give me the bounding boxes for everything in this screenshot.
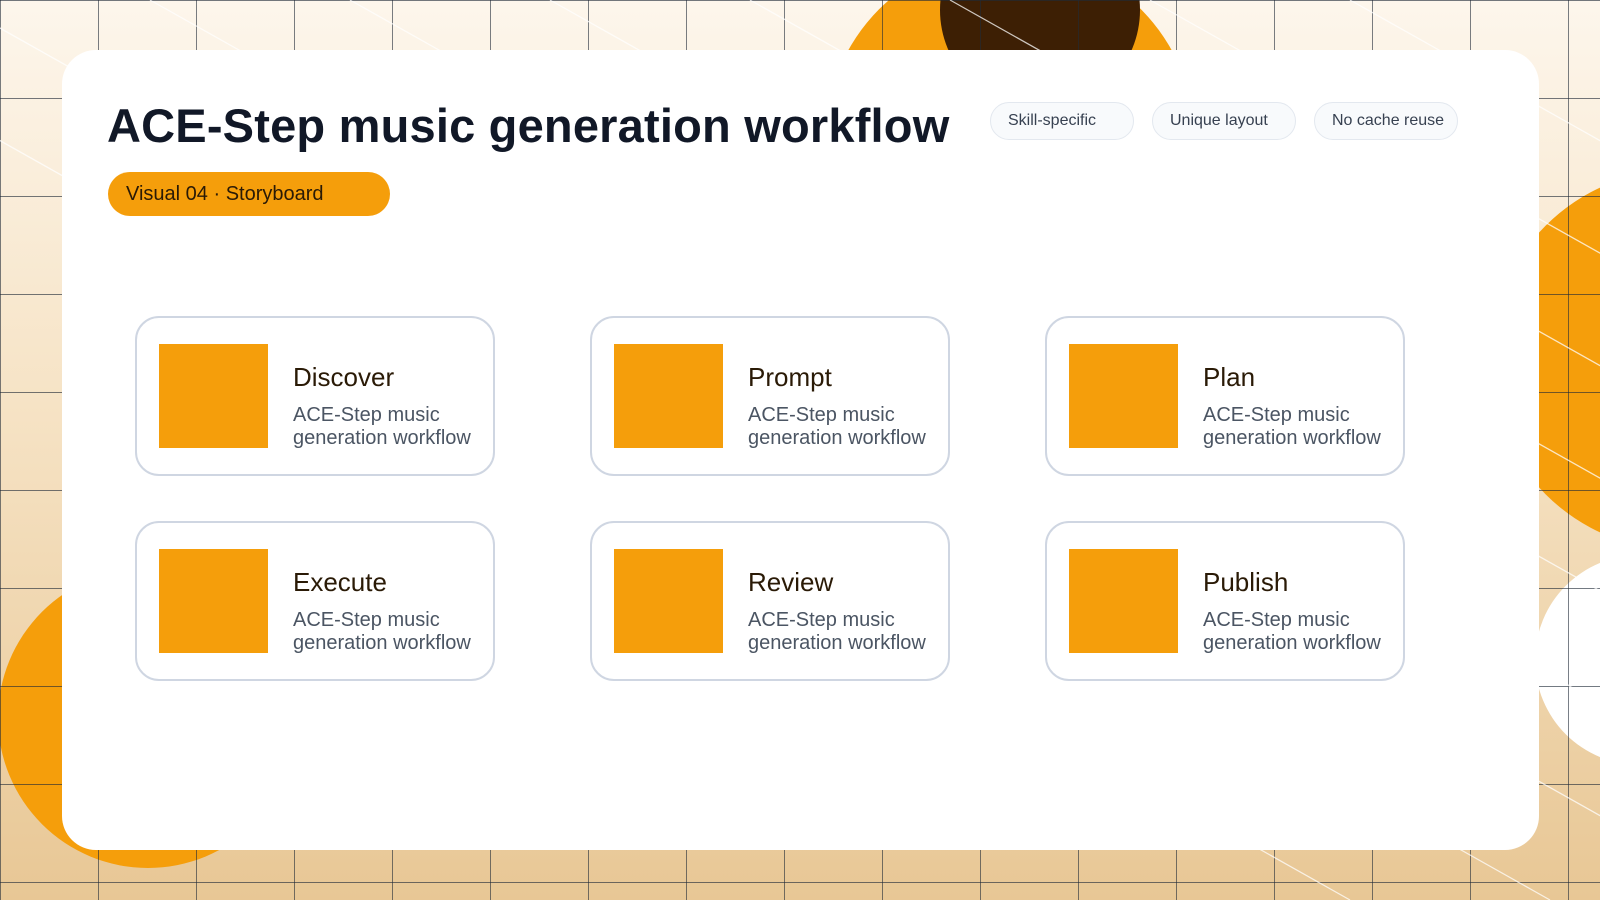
tag-no-cache-reuse: No cache reuse <box>1314 102 1458 140</box>
step-label: Discover <box>293 362 395 392</box>
step-label: Plan <box>1203 362 1256 392</box>
step-label: Execute <box>293 567 387 597</box>
step-thumbnail <box>159 344 268 448</box>
step-thumbnail <box>159 549 268 653</box>
step-card-review: Review ACE-Step music generation workflo… <box>590 521 950 681</box>
visual-badge: Visual 04 · Storyboard <box>108 172 390 216</box>
step-card-discover: Discover ACE-Step music generation workf… <box>135 316 495 476</box>
tag-skill-specific: Skill-specific <box>990 102 1134 140</box>
step-description: ACE-Step music generation workflow <box>293 609 471 654</box>
step-card-publish: Publish ACE-Step music generation workfl… <box>1045 521 1405 681</box>
step-thumbnail <box>614 549 723 653</box>
step-card-execute: Execute ACE-Step music generation workfl… <box>135 521 495 681</box>
slide-card: ACE-Step music generation workflow Visua… <box>62 50 1539 850</box>
step-description: ACE-Step music generation workflow <box>748 404 926 449</box>
step-label: Prompt <box>748 362 832 392</box>
step-description: ACE-Step music generation workflow <box>1203 609 1381 654</box>
step-description: ACE-Step music generation workflow <box>748 609 926 654</box>
tag-unique-layout: Unique layout <box>1152 102 1296 140</box>
step-thumbnail <box>614 344 723 448</box>
step-card-plan: Plan ACE-Step music generation workflow <box>1045 316 1405 476</box>
step-thumbnail <box>1069 549 1178 653</box>
step-card-prompt: Prompt ACE-Step music generation workflo… <box>590 316 950 476</box>
step-label: Publish <box>1203 567 1289 597</box>
step-thumbnail <box>1069 344 1178 448</box>
tag-list: Skill-specific Unique layout No cache re… <box>62 102 1539 142</box>
step-label: Review <box>748 567 834 597</box>
step-description: ACE-Step music generation workflow <box>1203 404 1381 449</box>
step-description: ACE-Step music generation workflow <box>293 404 471 449</box>
